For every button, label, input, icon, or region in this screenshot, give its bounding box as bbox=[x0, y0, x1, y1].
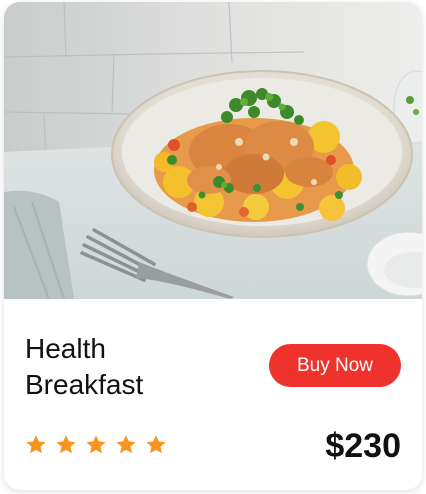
star-icon bbox=[116, 435, 136, 454]
product-title: Health Breakfast bbox=[25, 331, 225, 403]
star-icon bbox=[26, 435, 46, 454]
star-icon bbox=[146, 435, 166, 454]
product-title-line2: Breakfast bbox=[25, 369, 144, 400]
product-title-line1: Health bbox=[25, 333, 106, 364]
product-image bbox=[4, 2, 422, 299]
product-card: Health Breakfast Buy Now $230 bbox=[4, 2, 422, 490]
star-icon bbox=[56, 435, 76, 454]
rating-stars bbox=[25, 434, 167, 456]
star-icon bbox=[86, 435, 106, 454]
buy-now-button[interactable]: Buy Now bbox=[269, 344, 401, 387]
product-price: $230 bbox=[325, 427, 401, 465]
